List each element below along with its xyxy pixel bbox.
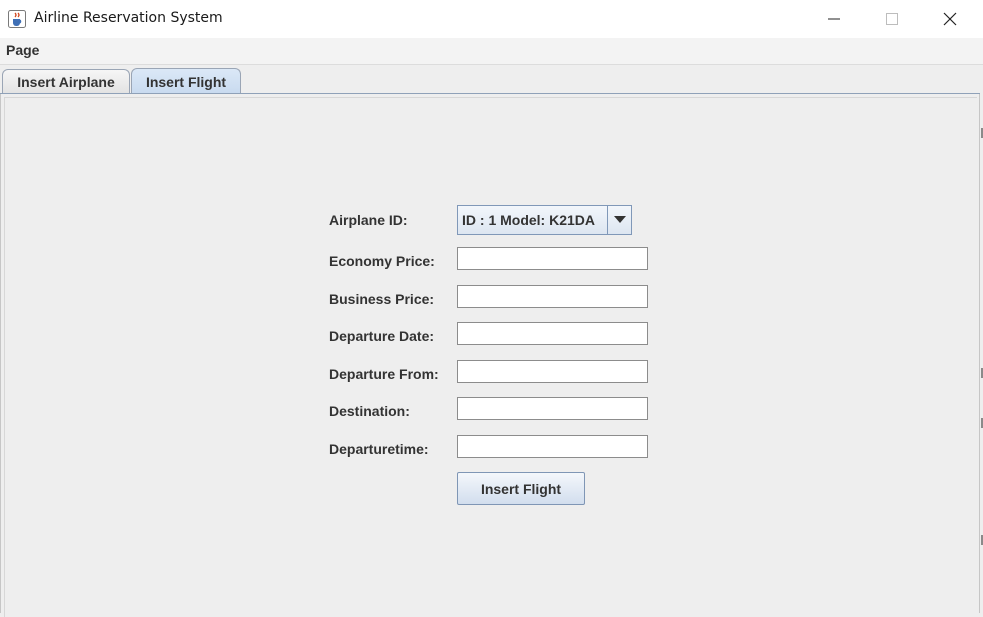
tab-strip: Insert Airplane Insert Flight: [0, 66, 983, 94]
form-panel: [4, 97, 977, 617]
departure-date-field[interactable]: [457, 322, 648, 345]
window-title: Airline Reservation System: [34, 10, 223, 26]
business-price-field[interactable]: [457, 285, 648, 308]
minimize-button[interactable]: [805, 0, 863, 38]
airplane-id-select[interactable]: ID : 1 Model: K21DA: [457, 205, 632, 235]
departure-time-label: Departuretime:: [329, 441, 429, 457]
business-price-label: Business Price:: [329, 291, 435, 307]
close-button[interactable]: [921, 0, 979, 38]
economy-price-field[interactable]: [457, 247, 648, 270]
economy-price-label: Economy Price:: [329, 253, 435, 269]
destination-label: Destination:: [329, 403, 410, 419]
menu-page[interactable]: Page: [6, 42, 39, 58]
menu-bar: Page: [0, 38, 983, 65]
departure-from-field[interactable]: [457, 360, 648, 383]
airplane-id-label: Airplane ID:: [329, 212, 408, 228]
chevron-down-icon: [613, 216, 626, 223]
destination-field[interactable]: [457, 397, 648, 420]
dropdown-arrow-button[interactable]: [607, 206, 631, 234]
java-cup-icon: [8, 10, 26, 28]
airplane-id-selected-value: ID : 1 Model: K21DA: [462, 212, 596, 228]
window-titlebar: Airline Reservation System: [0, 0, 983, 39]
minimize-icon: [828, 18, 840, 20]
insert-flight-button[interactable]: Insert Flight: [457, 472, 585, 505]
close-icon: [943, 12, 957, 26]
maximize-button[interactable]: [863, 0, 921, 38]
tab-content-panel: [0, 94, 980, 617]
tab-insert-airplane[interactable]: Insert Airplane: [2, 69, 130, 93]
maximize-icon: [886, 13, 898, 25]
departure-from-label: Departure From:: [329, 366, 439, 382]
departure-time-field[interactable]: [457, 435, 648, 458]
tab-insert-flight[interactable]: Insert Flight: [131, 68, 241, 94]
departure-date-label: Departure Date:: [329, 328, 435, 344]
